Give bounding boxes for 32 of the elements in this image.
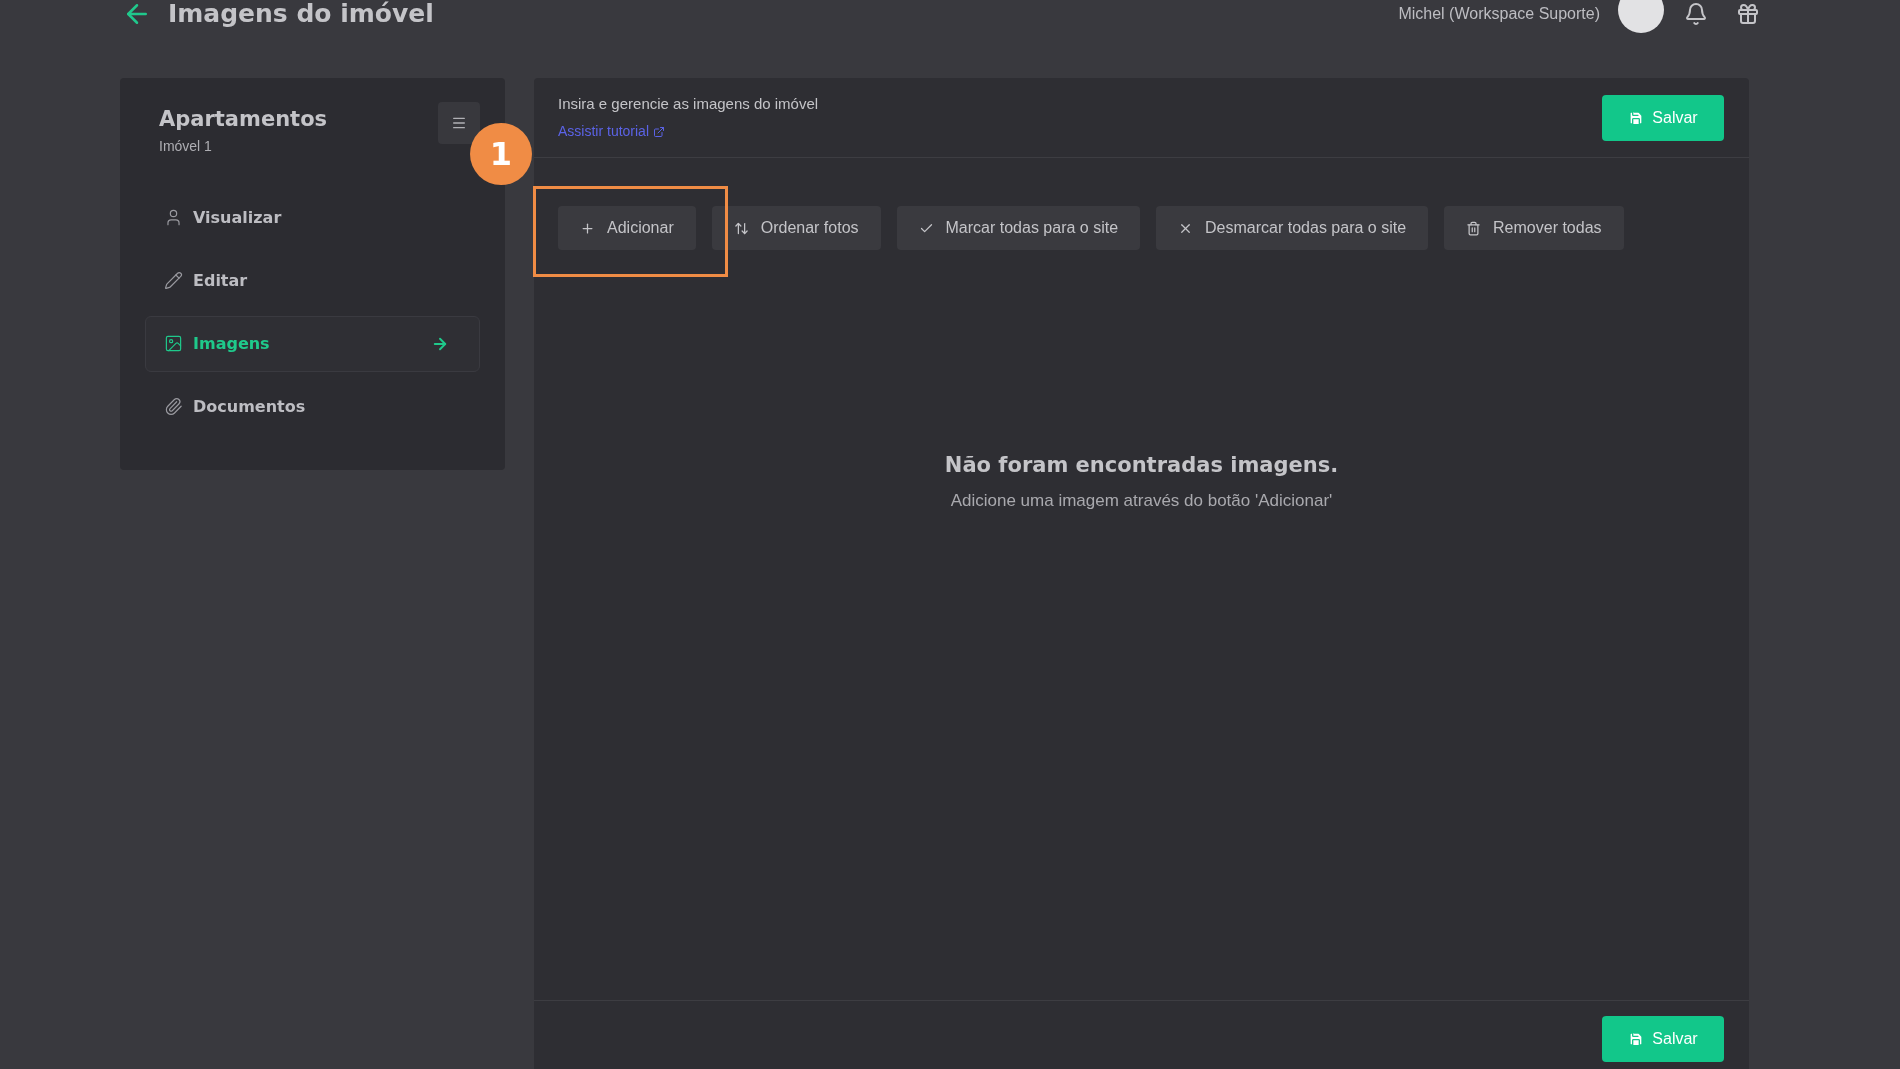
menu-button[interactable]	[438, 102, 480, 144]
pencil-icon	[164, 271, 183, 290]
toolbar-button[interactable]: Marcar todas para o site	[896, 206, 1141, 250]
user-name: Michel (Workspace Suporte)	[1398, 4, 1600, 24]
sidebar-item[interactable]: Visualizar	[145, 189, 480, 246]
sort-arrows-icon	[733, 220, 749, 236]
plus-icon	[580, 220, 595, 236]
sidebar-item[interactable]: Editar	[145, 252, 480, 309]
menu-icon	[451, 115, 467, 131]
page-title: Imagens do imóvel	[168, 0, 434, 31]
save-icon	[1628, 109, 1645, 126]
sidebar-title: Apartamentos	[159, 106, 328, 133]
empty-state-title: Não foram encontradas imagens.	[944, 452, 1339, 479]
sidebar-item[interactable]: Imagens	[145, 315, 480, 372]
save-icon	[1628, 1031, 1645, 1047]
step-badge: 1	[470, 123, 532, 185]
gift-icon[interactable]	[1736, 2, 1760, 26]
external-link-icon	[653, 125, 666, 138]
empty-state-text: Adicione uma imagem através do botão 'Adicionar'	[950, 489, 1333, 512]
toolbar-button[interactable]: Desmarcar todas para o site	[1156, 206, 1429, 250]
image-icon	[164, 334, 183, 353]
toolbar-button[interactable]: Adicionar	[558, 206, 696, 250]
sidebar-subtitle: Imóvel 1	[159, 136, 213, 156]
description-text: Insira e gerencie as imagens do imóvel	[558, 93, 819, 114]
toolbar-button[interactable]: Ordenar fotos	[711, 206, 881, 250]
user-icon	[164, 208, 183, 227]
trash-icon	[1466, 220, 1482, 236]
sidebar-item[interactable]: Documentos	[145, 378, 480, 435]
paperclip-icon	[164, 397, 183, 416]
avatar[interactable]	[1618, 0, 1664, 33]
notification-icon[interactable]	[1684, 2, 1708, 26]
toolbar-button[interactable]: Remover todas	[1444, 206, 1624, 250]
